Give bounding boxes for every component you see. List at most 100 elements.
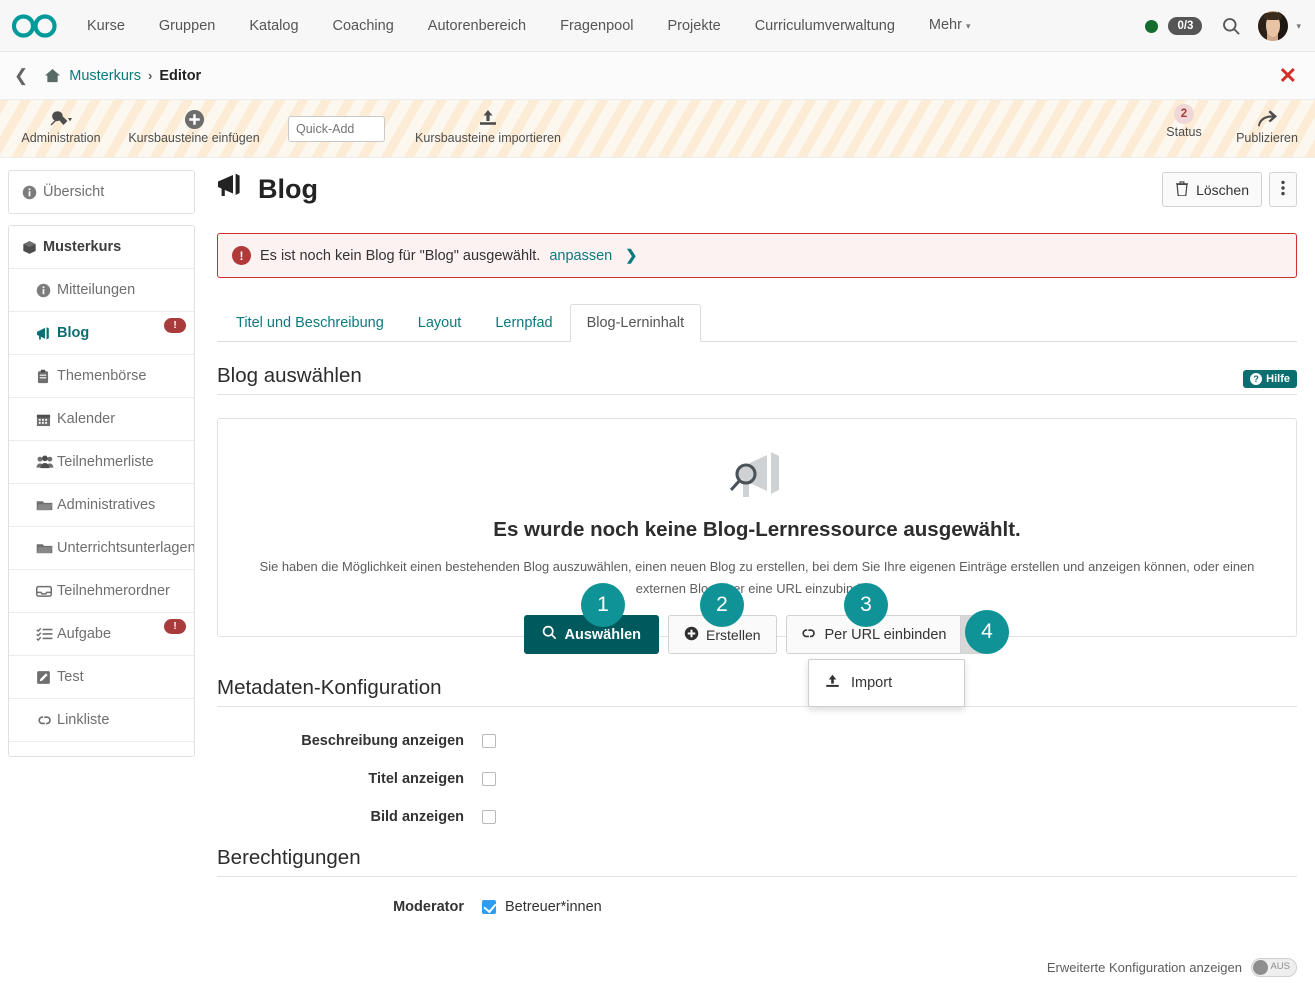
toggle-state-label: AUS	[1270, 961, 1290, 972]
advanced-config-toggle-group: Erweiterte Konfiguration anzeigen AUS	[1047, 958, 1297, 977]
url-embed-label: Per URL einbinden	[825, 627, 947, 643]
info-circle-icon	[36, 283, 57, 298]
nav-item-projekte[interactable]: Projekte	[650, 0, 737, 52]
section-header-berechtigungen: Berechtigungen	[217, 846, 1297, 877]
metadata-row-titel: Titel anzeigen	[217, 771, 1297, 787]
section-title: Berechtigungen	[217, 846, 361, 870]
show-description-checkbox[interactable]	[482, 734, 496, 748]
tab-label: Blog-Lerninhalt	[587, 315, 685, 331]
nav-label: Katalog	[249, 18, 298, 34]
sidebar-item-themenboerse[interactable]: Themenbörse	[9, 355, 194, 398]
sidebar-item-test[interactable]: Test	[9, 656, 194, 699]
toolbar-status-label: Status	[1146, 125, 1222, 139]
section-title: Blog auswählen	[217, 364, 362, 388]
topnav-right-cluster: 0/3 ▾	[1135, 0, 1307, 52]
main-content: Blog Löschen ! Es ist noch kein Blo	[203, 158, 1315, 915]
toolbar-publish[interactable]: Publizieren	[1223, 100, 1311, 158]
nav-item-katalog[interactable]: Katalog	[232, 0, 315, 52]
users-icon	[36, 455, 57, 469]
megaphone-icon	[217, 172, 247, 206]
tab-blog-lerninhalt[interactable]: Blog-Lerninhalt	[570, 304, 702, 342]
nav-item-gruppen[interactable]: Gruppen	[142, 0, 232, 52]
sidebar-item-administratives[interactable]: Administratives	[9, 484, 194, 527]
page-title-text: Blog	[258, 172, 318, 206]
breadcrumb-course-link[interactable]: Musterkurs	[69, 68, 141, 84]
nav-label: Curriculumverwaltung	[755, 18, 895, 34]
search-icon	[542, 625, 557, 644]
step-badge-4: 4	[965, 610, 1009, 654]
sidebar-item-label: Teilnehmerliste	[57, 454, 154, 470]
empty-state-panel: Es wurde noch keine Blog-Lernressource a…	[217, 418, 1297, 637]
status-badge: !	[164, 619, 186, 634]
toolbar-administration[interactable]: Administration	[6, 100, 116, 158]
sidebar-item-teilnehmerliste[interactable]: Teilnehmerliste	[9, 441, 194, 484]
show-image-checkbox[interactable]	[482, 810, 496, 824]
sidebar-item-uebersicht[interactable]: Übersicht	[9, 171, 194, 213]
tab-label: Layout	[418, 315, 462, 331]
nav-item-fragenpool[interactable]: Fragenpool	[543, 0, 650, 52]
page-actions: Löschen	[1162, 172, 1297, 207]
avatar[interactable]	[1258, 11, 1288, 41]
nav-item-curriculumverwaltung[interactable]: Curriculumverwaltung	[738, 0, 912, 52]
nav-item-kurse[interactable]: Kurse	[70, 0, 142, 52]
nav-item-mehr[interactable]: Mehr▾	[912, 0, 988, 52]
sidebar-item-aufgabe[interactable]: Aufgabe !	[9, 613, 194, 656]
chevron-left-icon[interactable]: ❮	[14, 66, 28, 86]
alert-adjust-link[interactable]: anpassen	[549, 248, 612, 264]
close-icon[interactable]: ✕	[1279, 65, 1297, 87]
toolbar-status[interactable]: 2 Status	[1146, 100, 1222, 158]
help-button[interactable]: ? Hilfe	[1243, 370, 1297, 388]
step-badge-3: 3	[844, 583, 888, 627]
sidebar-item-label: Kalender	[57, 411, 115, 427]
moderator-option-label: Betreuer*innen	[505, 899, 602, 915]
sidebar-item-label: Mitteilungen	[57, 282, 135, 298]
advanced-config-toggle[interactable]: AUS	[1251, 958, 1297, 977]
quick-add-input[interactable]	[288, 116, 385, 142]
breadcrumb: ❮ Musterkurs › Editor ✕	[0, 52, 1315, 100]
delete-button[interactable]: Löschen	[1162, 172, 1262, 207]
sidebar-item-musterkurs[interactable]: Musterkurs	[9, 226, 194, 269]
user-menu-chevron-down-icon[interactable]: ▾	[1296, 21, 1301, 32]
trash-icon	[1175, 181, 1189, 199]
nav-item-autorenbereich[interactable]: Autorenbereich	[411, 0, 543, 52]
more-options-button[interactable]	[1269, 172, 1297, 207]
menu-item-import[interactable]: Import	[809, 667, 964, 699]
sidebar-item-kalender[interactable]: Kalender	[9, 398, 194, 441]
sidebar-item-unterrichtsunterlagen[interactable]: Unterrichtsunterlagen	[9, 527, 194, 570]
task-count-pill[interactable]: 0/3	[1168, 17, 1202, 35]
upload-icon	[404, 100, 572, 130]
search-icon[interactable]	[1216, 17, 1246, 36]
top-navigation-bar: Kurse Gruppen Katalog Coaching Autorenbe…	[0, 0, 1315, 52]
sidebar-item-label: Teilnehmerordner	[57, 583, 170, 599]
no-blog-selected-alert: ! Es ist noch kein Blog für "Blog" ausge…	[217, 233, 1297, 278]
toolbar-insert-building-blocks[interactable]: Kursbausteine einfügen	[120, 100, 268, 158]
sidebar-overview-card: Übersicht	[8, 170, 195, 214]
moderator-betreuer-checkbox[interactable]	[482, 900, 496, 914]
toolbar-import-label: Kursbausteine importieren	[404, 131, 572, 145]
tab-layout[interactable]: Layout	[401, 304, 479, 342]
question-circle-icon: ?	[1250, 373, 1262, 385]
sidebar-item-label: Musterkurs	[43, 239, 121, 255]
sidebar-item-mitteilungen[interactable]: Mitteilungen	[9, 269, 194, 312]
chevron-down-icon: ▾	[966, 21, 971, 31]
nav-label: Coaching	[333, 18, 394, 34]
sidebar-item-blog[interactable]: Blog !	[9, 312, 194, 355]
show-title-checkbox[interactable]	[482, 772, 496, 786]
help-button-label: Hilfe	[1266, 373, 1290, 385]
sidebar-item-linkliste[interactable]: Linkliste	[9, 699, 194, 742]
nav-item-coaching[interactable]: Coaching	[316, 0, 411, 52]
toolbar-administration-label: Administration	[6, 131, 116, 145]
infinity-logo[interactable]	[0, 12, 70, 40]
tab-titel-und-beschreibung[interactable]: Titel und Beschreibung	[219, 304, 401, 342]
sidebar-tree-card: Musterkurs Mitteilungen Blog !	[8, 225, 195, 757]
nav-label: Fragenpool	[560, 18, 633, 34]
tab-lernpfad[interactable]: Lernpfad	[478, 304, 569, 342]
sidebar-item-teilnehmerordner[interactable]: Teilnehmerordner	[9, 570, 194, 613]
link-icon	[800, 626, 817, 644]
toolbar-import-building-blocks[interactable]: Kursbausteine importieren	[404, 100, 572, 158]
url-embed-dropdown-menu: Import	[808, 659, 965, 707]
home-icon[interactable]	[44, 68, 61, 83]
tab-label: Titel und Beschreibung	[236, 315, 384, 331]
field-label: Moderator	[217, 899, 482, 915]
chevron-right-icon[interactable]: ❯	[625, 248, 637, 264]
